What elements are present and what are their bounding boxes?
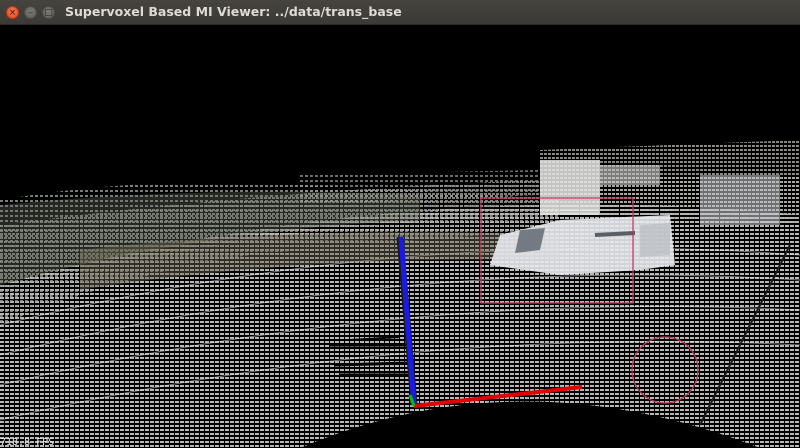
point-cloud-viewport[interactable]: 718.8 FPS xyxy=(0,25,800,448)
window-title: Supervoxel Based MI Viewer: ../data/tran… xyxy=(65,4,402,19)
window-titlebar[interactable]: × – □ Supervoxel Based MI Viewer: ../dat… xyxy=(0,0,800,25)
maximize-window-button[interactable]: □ xyxy=(42,6,55,19)
point-cloud-canvas[interactable] xyxy=(0,25,800,448)
close-window-button[interactable]: × xyxy=(6,6,19,19)
minimize-window-button[interactable]: – xyxy=(24,6,37,19)
fps-counter: 718.8 FPS xyxy=(0,437,55,448)
